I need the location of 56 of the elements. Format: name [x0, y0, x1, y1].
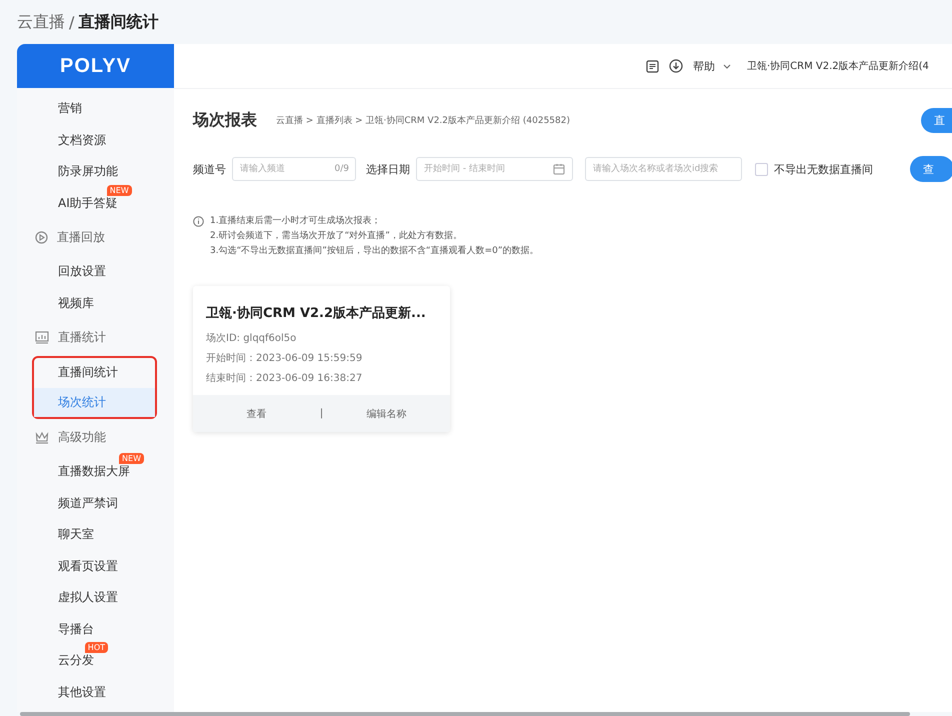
sidebar-item[interactable]: NEW 直播数据大屏	[17, 456, 174, 488]
action-divider: |	[320, 408, 324, 419]
end-time: 结束时间：2023-06-09 16:38:27	[206, 372, 364, 386]
sidebar-item[interactable]: 直播间统计	[34, 358, 155, 388]
sidebar-item[interactable]: 视频库	[17, 288, 174, 319]
sidebar-item[interactable]: 虚拟人设置	[17, 582, 174, 614]
page-title: 直播间统计	[78, 12, 158, 32]
badge: HOT	[84, 642, 108, 654]
breadcrumb: 云直播 > 直播列表 > 卫瓴·协同CRM V2.2版本产品更新介绍 (4025582)	[276, 114, 570, 126]
search-field[interactable]: 请输入场次名称或者场次id搜索	[585, 157, 742, 181]
document-icon[interactable]	[646, 60, 659, 72]
sidebar-item[interactable]: 文档资源	[17, 124, 174, 156]
scrollbar[interactable]	[20, 712, 910, 716]
play-circle-icon	[35, 231, 48, 244]
sidebar-item[interactable]: HOT 云分发	[17, 645, 174, 676]
sidebar-item[interactable]: 频道严禁词	[17, 488, 174, 519]
sidebar-item[interactable]: 导播台	[17, 614, 174, 645]
page-title-parent: 云直播	[17, 12, 65, 32]
sidebar-item[interactable]: NEW AI助手答疑	[17, 188, 174, 219]
checkbox-label: 不导出无数据直播间	[774, 162, 873, 176]
session-id: 场次ID: glqqf6ol5o	[206, 332, 298, 346]
sidebar-item[interactable]: 回放设置	[17, 256, 174, 288]
date-label: 选择日期	[366, 162, 410, 176]
sidebar-group[interactable]: 高级功能	[17, 419, 174, 456]
download-icon[interactable]	[669, 59, 683, 73]
report-title: 场次报表	[193, 110, 257, 130]
sidebar-item[interactable]: 其他设置	[17, 676, 174, 708]
sidebar-item[interactable]: 观看页设置	[17, 550, 174, 582]
char-counter: 0/9	[334, 164, 349, 174]
note-text: 1.直播结束后需一小时才可生成场次报表；	[210, 214, 382, 228]
view-link[interactable]: 查看	[193, 406, 320, 420]
start-time: 开始时间：2023-06-09 15:59:59	[206, 352, 364, 366]
help-menu[interactable]: 帮助	[693, 58, 737, 74]
date-range-field[interactable]: 开始时间 - 结束时间	[416, 157, 573, 181]
calendar-icon	[553, 163, 565, 175]
sidebar-item[interactable]: 聊天室	[17, 519, 174, 550]
sidebar-group[interactable]: 直播回放	[17, 219, 174, 256]
sidebar-group[interactable]: 直播统计	[17, 319, 174, 356]
channel-label: 频道号	[193, 162, 226, 176]
checkbox[interactable]	[755, 162, 768, 176]
sidebar-item[interactable]: 场次统计	[34, 388, 155, 417]
logo: POLYV	[60, 54, 131, 78]
caret-icon	[723, 64, 731, 68]
chart-icon	[35, 331, 49, 344]
title-separator: /	[69, 12, 74, 32]
rename-link[interactable]: 编辑名称	[323, 406, 450, 420]
channel-name[interactable]: 卫瓴·协同CRM V2.2版本产品更新介绍(4	[747, 59, 929, 73]
session-title: 卫瓴·协同CRM V2.2版本产品更新...	[206, 305, 426, 323]
info-icon	[193, 216, 204, 227]
note-text: 3.勾选“不导出无数据直播间”按钮后，导出的数据不含“直播观看人数=0”的数据。	[210, 244, 539, 258]
badge: NEW	[119, 453, 144, 464]
note-text: 2.研讨会频道下，需当场次开放了“对外直播”，此处方有数据。	[210, 230, 463, 243]
sidebar-item[interactable]: 防录屏功能	[17, 156, 174, 188]
sidebar-item[interactable]: 营销	[17, 93, 174, 124]
crown-icon	[35, 431, 49, 444]
badge: NEW	[106, 184, 132, 196]
